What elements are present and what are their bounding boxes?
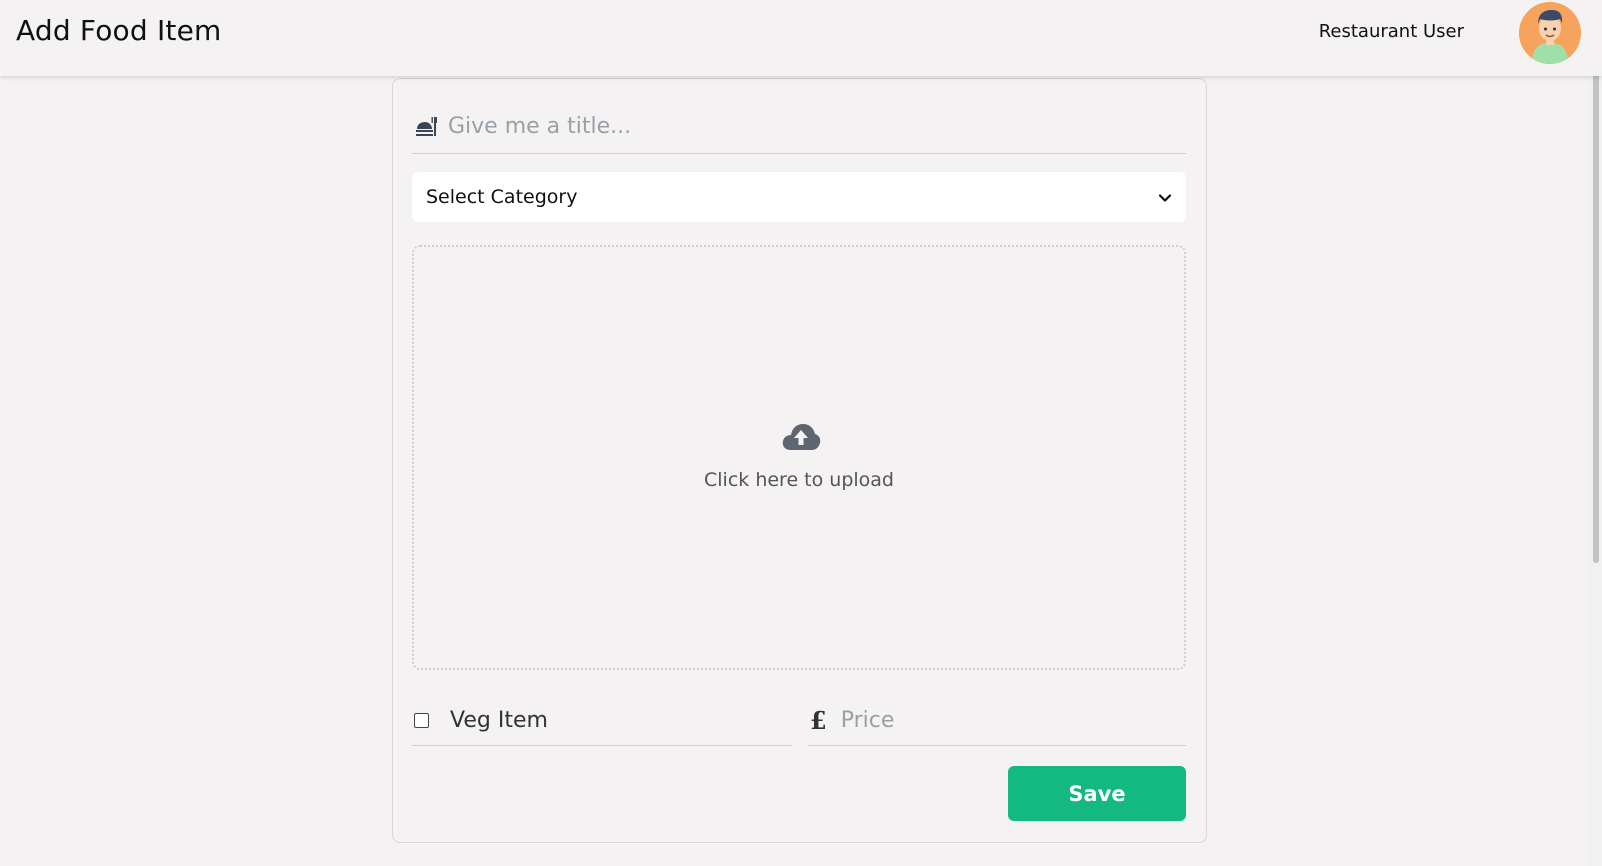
chevron-down-icon: [1158, 190, 1172, 204]
user-avatar-icon[interactable]: [1519, 2, 1581, 64]
price-input[interactable]: [840, 708, 1186, 733]
title-input[interactable]: [448, 114, 1186, 139]
food-icon: [414, 115, 438, 139]
cloud-upload-icon: [781, 422, 821, 452]
pound-icon: £: [810, 706, 827, 735]
veg-item-checkbox[interactable]: [414, 713, 429, 728]
user-name: Restaurant User: [1318, 21, 1464, 42]
page-title: Add Food Item: [16, 14, 222, 47]
scrollbar-thumb[interactable]: [1593, 0, 1599, 563]
save-button[interactable]: Save: [1008, 766, 1186, 821]
category-select[interactable]: Select Category: [412, 172, 1186, 222]
upload-text: Click here to upload: [704, 469, 894, 491]
category-selected-value: Select Category: [426, 186, 578, 208]
top-bar: Add Food Item Restaurant User: [0, 0, 1602, 76]
image-upload-area[interactable]: Click here to upload: [412, 245, 1186, 670]
title-field[interactable]: [412, 100, 1186, 154]
veg-item-field: Veg Item: [412, 696, 792, 746]
price-field[interactable]: £: [808, 696, 1186, 746]
veg-item-label: Veg Item: [450, 708, 548, 733]
